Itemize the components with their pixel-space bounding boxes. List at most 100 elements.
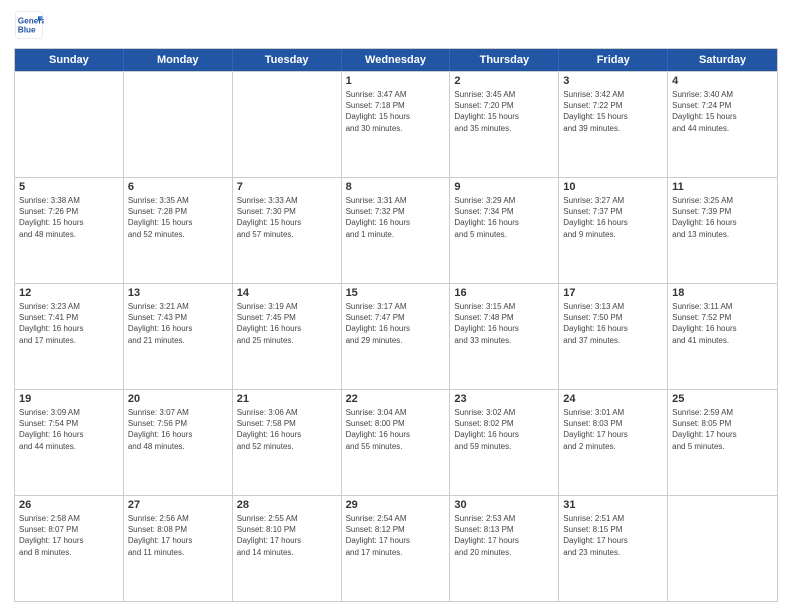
day-cell-23: 23 Sunrise: 3:02 AM Sunset: 8:02 PM Dayli… xyxy=(450,390,559,495)
day-cell-3: 3 Sunrise: 3:42 AM Sunset: 7:22 PM Daylig… xyxy=(559,72,668,177)
day-cell-4: 4Sunrise: 3:40 AM Sunset: 7:24 PM Daylig… xyxy=(668,72,777,177)
cell-info-text: Sunrise: 2:51 AM Sunset: 8:15 PM Dayligh… xyxy=(563,513,663,558)
day-cell-24: 24Sunrise: 3:01 AM Sunset: 8:03 PM Dayli… xyxy=(559,390,668,495)
calendar: SundayMondayTuesdayWednesdayThursdayFrid… xyxy=(14,48,778,602)
day-cell-11: 11 Sunrise: 3:25 AM Sunset: 7:39 PM Dayli… xyxy=(668,178,777,283)
empty-cell xyxy=(668,496,777,601)
svg-text:Blue: Blue xyxy=(18,26,36,35)
cell-date-number: 21 xyxy=(237,393,337,405)
cell-info-text: Sunrise: 3:19 AM Sunset: 7:45 PM Dayligh… xyxy=(237,301,337,346)
day-cell-8: 8 Sunrise: 3:31 AM Sunset: 7:32 PM Daylig… xyxy=(342,178,451,283)
cell-info-text: Sunrise: 2:53 AM Sunset: 8:13 PM Dayligh… xyxy=(454,513,554,558)
cell-info-text: Sunrise: 3:11 AM Sunset: 7:52 PM Dayligh… xyxy=(672,301,773,346)
cell-info-text: Sunrise: 3:21 AM Sunset: 7:43 PM Dayligh… xyxy=(128,301,228,346)
cell-date-number: 14 xyxy=(237,287,337,299)
day-cell-14: 14 Sunrise: 3:19 AM Sunset: 7:45 PM Dayli… xyxy=(233,284,342,389)
cell-date-number: 22 xyxy=(346,393,446,405)
cell-date-number: 30 xyxy=(454,499,554,511)
weekday-header-thursday: Thursday xyxy=(450,49,559,71)
cell-date-number: 11 xyxy=(672,181,773,193)
cell-info-text: Sunrise: 3:25 AM Sunset: 7:39 PM Dayligh… xyxy=(672,195,773,240)
day-cell-22: 22 Sunrise: 3:04 AM Sunset: 8:00 PM Dayli… xyxy=(342,390,451,495)
cell-date-number: 27 xyxy=(128,499,228,511)
cell-date-number: 5 xyxy=(19,181,119,193)
cell-date-number: 17 xyxy=(563,287,663,299)
empty-cell xyxy=(15,72,124,177)
cell-date-number: 3 xyxy=(563,75,663,87)
day-cell-20: 20 Sunrise: 3:07 AM Sunset: 7:56 PM Dayli… xyxy=(124,390,233,495)
day-cell-19: 19Sunrise: 3:09 AM Sunset: 7:54 PM Dayli… xyxy=(15,390,124,495)
day-cell-9: 9 Sunrise: 3:29 AM Sunset: 7:34 PM Daylig… xyxy=(450,178,559,283)
day-cell-25: 25 Sunrise: 2:59 AM Sunset: 8:05 PM Dayli… xyxy=(668,390,777,495)
day-cell-30: 30 Sunrise: 2:53 AM Sunset: 8:13 PM Dayli… xyxy=(450,496,559,601)
cell-info-text: Sunrise: 3:35 AM Sunset: 7:28 PM Dayligh… xyxy=(128,195,228,240)
cell-date-number: 12 xyxy=(19,287,119,299)
day-cell-31: 31 Sunrise: 2:51 AM Sunset: 8:15 PM Dayli… xyxy=(559,496,668,601)
page: General Blue SundayMondayTuesdayWednesda… xyxy=(0,0,792,612)
cell-info-text: Sunrise: 3:07 AM Sunset: 7:56 PM Dayligh… xyxy=(128,407,228,452)
cell-date-number: 25 xyxy=(672,393,773,405)
calendar-body: 1Sunrise: 3:47 AM Sunset: 7:18 PM Daylig… xyxy=(15,71,777,601)
weekday-header-monday: Monday xyxy=(124,49,233,71)
cell-date-number: 16 xyxy=(454,287,554,299)
logo: General Blue xyxy=(14,10,48,40)
cell-date-number: 15 xyxy=(346,287,446,299)
cell-info-text: Sunrise: 3:23 AM Sunset: 7:41 PM Dayligh… xyxy=(19,301,119,346)
day-cell-27: 27Sunrise: 2:56 AM Sunset: 8:08 PM Dayli… xyxy=(124,496,233,601)
day-cell-17: 17Sunrise: 3:13 AM Sunset: 7:50 PM Dayli… xyxy=(559,284,668,389)
cell-date-number: 4 xyxy=(672,75,773,87)
cell-date-number: 20 xyxy=(128,393,228,405)
weekday-header-saturday: Saturday xyxy=(668,49,777,71)
cell-info-text: Sunrise: 3:02 AM Sunset: 8:02 PM Dayligh… xyxy=(454,407,554,452)
day-cell-15: 15 Sunrise: 3:17 AM Sunset: 7:47 PM Dayli… xyxy=(342,284,451,389)
day-cell-7: 7Sunrise: 3:33 AM Sunset: 7:30 PM Daylig… xyxy=(233,178,342,283)
day-cell-26: 26Sunrise: 2:58 AM Sunset: 8:07 PM Dayli… xyxy=(15,496,124,601)
weekday-header-sunday: Sunday xyxy=(15,49,124,71)
day-cell-16: 16 Sunrise: 3:15 AM Sunset: 7:48 PM Dayli… xyxy=(450,284,559,389)
cell-info-text: Sunrise: 3:04 AM Sunset: 8:00 PM Dayligh… xyxy=(346,407,446,452)
cell-info-text: Sunrise: 3:33 AM Sunset: 7:30 PM Dayligh… xyxy=(237,195,337,240)
day-cell-21: 21 Sunrise: 3:06 AM Sunset: 7:58 PM Dayli… xyxy=(233,390,342,495)
day-cell-13: 13Sunrise: 3:21 AM Sunset: 7:43 PM Dayli… xyxy=(124,284,233,389)
cell-date-number: 18 xyxy=(672,287,773,299)
cell-info-text: Sunrise: 2:58 AM Sunset: 8:07 PM Dayligh… xyxy=(19,513,119,558)
week-row-0: 1Sunrise: 3:47 AM Sunset: 7:18 PM Daylig… xyxy=(15,71,777,177)
cell-date-number: 31 xyxy=(563,499,663,511)
weekday-header-wednesday: Wednesday xyxy=(342,49,451,71)
cell-info-text: Sunrise: 3:17 AM Sunset: 7:47 PM Dayligh… xyxy=(346,301,446,346)
cell-info-text: Sunrise: 2:59 AM Sunset: 8:05 PM Dayligh… xyxy=(672,407,773,452)
empty-cell xyxy=(233,72,342,177)
cell-info-text: Sunrise: 3:31 AM Sunset: 7:32 PM Dayligh… xyxy=(346,195,446,240)
cell-date-number: 9 xyxy=(454,181,554,193)
day-cell-12: 12 Sunrise: 3:23 AM Sunset: 7:41 PM Dayli… xyxy=(15,284,124,389)
day-cell-28: 28Sunrise: 2:55 AM Sunset: 8:10 PM Dayli… xyxy=(233,496,342,601)
weekday-header-tuesday: Tuesday xyxy=(233,49,342,71)
day-cell-29: 29Sunrise: 2:54 AM Sunset: 8:12 PM Dayli… xyxy=(342,496,451,601)
cell-info-text: Sunrise: 3:42 AM Sunset: 7:22 PM Dayligh… xyxy=(563,89,663,134)
cell-info-text: Sunrise: 3:15 AM Sunset: 7:48 PM Dayligh… xyxy=(454,301,554,346)
day-cell-10: 10Sunrise: 3:27 AM Sunset: 7:37 PM Dayli… xyxy=(559,178,668,283)
cell-info-text: Sunrise: 3:09 AM Sunset: 7:54 PM Dayligh… xyxy=(19,407,119,452)
week-row-1: 5 Sunrise: 3:38 AM Sunset: 7:26 PM Daylig… xyxy=(15,177,777,283)
cell-info-text: Sunrise: 3:06 AM Sunset: 7:58 PM Dayligh… xyxy=(237,407,337,452)
cell-info-text: Sunrise: 3:01 AM Sunset: 8:03 PM Dayligh… xyxy=(563,407,663,452)
cell-info-text: Sunrise: 3:29 AM Sunset: 7:34 PM Dayligh… xyxy=(454,195,554,240)
cell-date-number: 2 xyxy=(454,75,554,87)
week-row-4: 26Sunrise: 2:58 AM Sunset: 8:07 PM Dayli… xyxy=(15,495,777,601)
week-row-2: 12 Sunrise: 3:23 AM Sunset: 7:41 PM Dayli… xyxy=(15,283,777,389)
cell-date-number: 10 xyxy=(563,181,663,193)
day-cell-18: 18 Sunrise: 3:11 AM Sunset: 7:52 PM Dayli… xyxy=(668,284,777,389)
day-cell-5: 5 Sunrise: 3:38 AM Sunset: 7:26 PM Daylig… xyxy=(15,178,124,283)
empty-cell xyxy=(124,72,233,177)
cell-date-number: 28 xyxy=(237,499,337,511)
logo-icon: General Blue xyxy=(14,10,44,40)
cell-date-number: 23 xyxy=(454,393,554,405)
day-cell-2: 2Sunrise: 3:45 AM Sunset: 7:20 PM Daylig… xyxy=(450,72,559,177)
cell-date-number: 1 xyxy=(346,75,446,87)
week-row-3: 19Sunrise: 3:09 AM Sunset: 7:54 PM Dayli… xyxy=(15,389,777,495)
cell-info-text: Sunrise: 3:38 AM Sunset: 7:26 PM Dayligh… xyxy=(19,195,119,240)
day-cell-6: 6 Sunrise: 3:35 AM Sunset: 7:28 PM Daylig… xyxy=(124,178,233,283)
cell-date-number: 6 xyxy=(128,181,228,193)
cell-date-number: 8 xyxy=(346,181,446,193)
calendar-header: SundayMondayTuesdayWednesdayThursdayFrid… xyxy=(15,49,777,71)
